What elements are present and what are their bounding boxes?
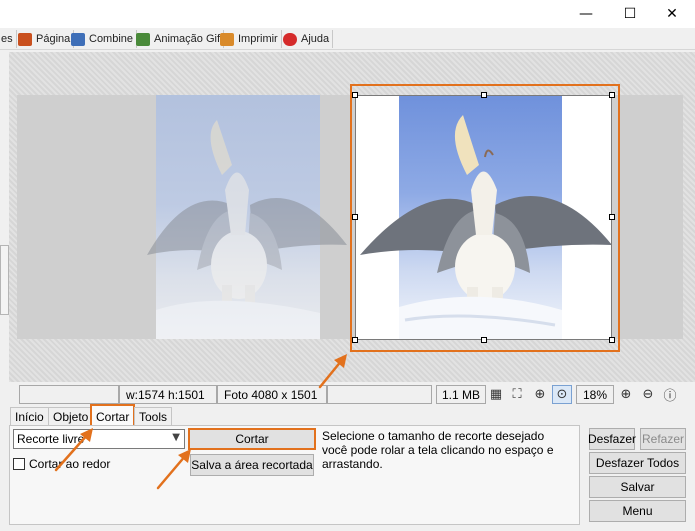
info-icon[interactable]: ⓘ bbox=[660, 385, 680, 404]
crop-around-label: Cortar ao redor bbox=[29, 457, 111, 471]
close-button[interactable]: ✕ bbox=[649, 0, 695, 28]
crop-handle-bottom-right[interactable] bbox=[609, 337, 615, 343]
status-photo-size: Foto 4080 x 1501 bbox=[217, 385, 327, 404]
gif-animation-icon bbox=[136, 32, 150, 46]
save-button[interactable]: Salvar bbox=[589, 476, 686, 498]
status-blank bbox=[19, 385, 119, 404]
dimensions-text: w:1574 h:1501 bbox=[126, 387, 205, 402]
crop-handle-top[interactable] bbox=[481, 92, 487, 98]
menu-item-label: es bbox=[1, 33, 13, 45]
save-crop-area-label: Salva a área recortada bbox=[191, 458, 313, 472]
tab-label: Início bbox=[15, 410, 44, 424]
page-icon bbox=[18, 32, 32, 46]
tab-cortar[interactable]: Cortar bbox=[90, 404, 136, 427]
menu-item-label: Ajuda bbox=[301, 33, 330, 45]
tab-inicio[interactable]: Início bbox=[10, 407, 49, 426]
status-blank-2 bbox=[327, 385, 432, 404]
zoom-out-icon[interactable]: ⊖ bbox=[638, 385, 658, 404]
undo-all-button[interactable]: Desfazer Todos bbox=[589, 452, 686, 474]
crop-around-checkbox[interactable]: Cortar ao redor bbox=[13, 456, 110, 472]
undo-button[interactable]: Desfazer bbox=[587, 428, 637, 450]
menu-item-combine[interactable]: Combine bbox=[68, 30, 138, 48]
tab-label: Objeto bbox=[53, 410, 89, 424]
crop-handle-top-left[interactable] bbox=[352, 92, 358, 98]
crop-handle-bottom[interactable] bbox=[481, 337, 487, 343]
crop-highlight-frame bbox=[350, 84, 620, 352]
tab-objeto[interactable]: Objeto bbox=[48, 407, 94, 426]
photo-size-text: Foto 4080 x 1501 bbox=[224, 387, 318, 402]
zoom-in-icon[interactable]: ⊕ bbox=[616, 385, 636, 404]
crop-handle-top-right[interactable] bbox=[609, 92, 615, 98]
zoom-actual-icon[interactable]: ⊕ bbox=[530, 385, 550, 404]
menu-item-label: Combine bbox=[89, 33, 134, 45]
status-dimensions: w:1574 h:1501 bbox=[119, 385, 217, 404]
minimize-button[interactable]: — bbox=[563, 0, 609, 28]
menu-item-label: Imprimir bbox=[238, 33, 278, 45]
tab-label: Tools bbox=[139, 410, 168, 424]
help-icon bbox=[283, 32, 297, 46]
zoom-level: 18% bbox=[576, 385, 614, 404]
side-panel-handle[interactable] bbox=[0, 245, 9, 315]
tab-tools[interactable]: Tools bbox=[134, 407, 173, 426]
fit-screen-icon[interactable]: ⛶ bbox=[507, 385, 527, 404]
title-bar: — ☐ ✕ bbox=[0, 0, 695, 28]
menu-button[interactable]: Menu bbox=[589, 500, 686, 522]
menu-bar: es Página Combine Animação Gif Imprimir … bbox=[0, 28, 695, 50]
crop-handle-bottom-left[interactable] bbox=[352, 337, 358, 343]
transparency-grid-icon[interactable]: ▦ bbox=[486, 385, 506, 404]
menu-item-ajuda[interactable]: Ajuda bbox=[280, 30, 334, 48]
crop-handle-right[interactable] bbox=[609, 214, 615, 220]
zoom-fit-icon[interactable]: ⊙ bbox=[552, 385, 572, 404]
menu-item-pagina[interactable]: Página bbox=[15, 30, 75, 48]
combine-icon bbox=[71, 32, 85, 46]
menu-item-animacao-gif[interactable]: Animação Gif bbox=[133, 30, 225, 48]
crop-button-label: Cortar bbox=[235, 432, 269, 446]
redo-label: Refazer bbox=[641, 432, 685, 446]
checkbox-box[interactable] bbox=[13, 458, 25, 470]
menu-item-label: Página bbox=[36, 33, 71, 45]
status-bar: w:1574 h:1501 Foto 4080 x 1501 1.1 MB ▦ … bbox=[0, 383, 695, 405]
tab-label: Cortar bbox=[96, 409, 130, 424]
undo-all-label: Desfazer Todos bbox=[595, 456, 680, 470]
faded-pegasus-image bbox=[147, 120, 347, 339]
crop-button[interactable]: Cortar bbox=[188, 428, 316, 450]
status-file-size: 1.1 MB bbox=[436, 385, 486, 404]
print-icon bbox=[220, 32, 234, 46]
crop-handle-left[interactable] bbox=[352, 214, 358, 220]
save-label: Salvar bbox=[620, 480, 655, 494]
crop-mode-select[interactable]: Recorte livre ▼ bbox=[13, 429, 185, 449]
save-crop-area-button[interactable]: Salva a área recortada bbox=[190, 454, 314, 476]
menu-item-imprimir[interactable]: Imprimir bbox=[217, 30, 282, 48]
maximize-button[interactable]: ☐ bbox=[607, 0, 653, 28]
crop-description-text: Selecione o tamanho de recorte desejado … bbox=[322, 429, 554, 471]
menu-label: Menu bbox=[622, 504, 653, 518]
menu-item-label: Animação Gif bbox=[154, 33, 221, 45]
crop-mode-value: Recorte livre bbox=[17, 432, 85, 446]
redo-button[interactable]: Refazer bbox=[640, 428, 686, 450]
undo-label: Desfazer bbox=[587, 432, 637, 446]
chevron-down-icon: ▼ bbox=[172, 432, 180, 443]
crop-description: Selecione o tamanho de recorte desejado … bbox=[322, 429, 572, 471]
file-size-text: 1.1 MB bbox=[441, 387, 480, 402]
zoom-text: 18% bbox=[582, 387, 608, 402]
